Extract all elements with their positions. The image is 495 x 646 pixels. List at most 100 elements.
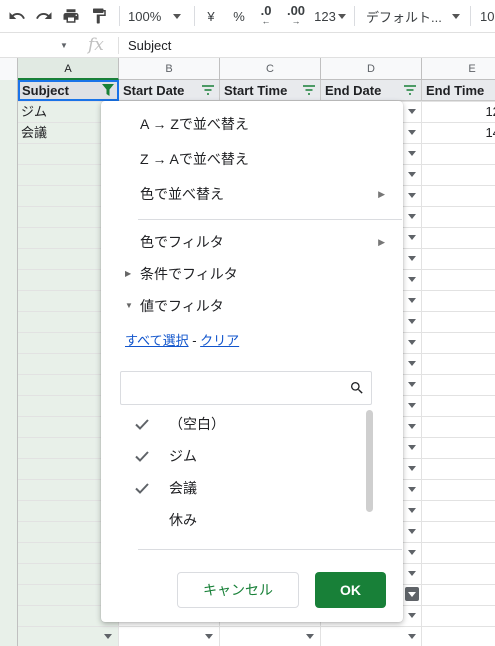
cell-dropdown-arrow-icon[interactable] bbox=[405, 356, 419, 370]
cell-dropdown-arrow-icon[interactable] bbox=[405, 146, 419, 160]
name-box-dropdown-icon[interactable]: ▼ bbox=[60, 41, 68, 50]
cell-dropdown-arrow-icon[interactable] bbox=[405, 377, 419, 391]
values-list: （空白） ジム 会議 休み bbox=[125, 408, 345, 528]
redo-icon[interactable] bbox=[33, 4, 55, 28]
cell-dropdown-arrow-icon[interactable] bbox=[405, 566, 419, 580]
filter-icon[interactable] bbox=[403, 83, 417, 97]
zoom-select[interactable]: 100% bbox=[128, 4, 188, 28]
cell-dropdown-arrow-icon[interactable] bbox=[405, 167, 419, 181]
filter-by-color-item[interactable]: 色でフィルタ ▶ bbox=[101, 227, 403, 257]
print-icon[interactable] bbox=[60, 4, 82, 28]
cell-dropdown-arrow-icon[interactable] bbox=[405, 335, 419, 349]
filter-by-condition-item[interactable]: ▶ 条件でフィルタ bbox=[101, 259, 403, 289]
submenu-arrow-icon: ▶ bbox=[378, 189, 385, 199]
toolbar-divider bbox=[194, 6, 195, 26]
column-header-c[interactable]: C bbox=[220, 58, 321, 80]
column-header-a[interactable]: A bbox=[18, 58, 119, 80]
cell-dropdown-arrow-icon[interactable] bbox=[405, 314, 419, 328]
more-formats-label: 123 bbox=[314, 8, 336, 24]
cell-dropdown-arrow-icon[interactable] bbox=[405, 503, 419, 517]
value-item-blank[interactable]: （空白） bbox=[125, 408, 345, 440]
header-label: Start Time bbox=[224, 83, 288, 98]
cell-dropdown-arrow-icon[interactable] bbox=[405, 419, 419, 433]
column-header-d[interactable]: D bbox=[321, 58, 422, 80]
font-size-select[interactable]: 10 bbox=[480, 4, 495, 28]
value-label: 会議 bbox=[169, 480, 197, 496]
select-all-corner[interactable] bbox=[0, 58, 18, 80]
header-label: End Time bbox=[426, 83, 485, 98]
cell-dropdown-arrow-icon[interactable] bbox=[405, 272, 419, 286]
currency-button[interactable]: ¥ bbox=[204, 4, 218, 28]
header-cell-end-time[interactable]: End Time bbox=[422, 80, 495, 101]
font-value: デフォルト... bbox=[366, 9, 442, 25]
menu-divider bbox=[138, 549, 402, 550]
filter-by-values-item[interactable]: ▼ 値でフィルタ bbox=[101, 291, 403, 321]
cell-e3[interactable]: 14:30 bbox=[422, 123, 495, 143]
header-label: End Date bbox=[325, 83, 382, 98]
value-item-rest[interactable]: 休み bbox=[125, 504, 345, 536]
formula-bar: ▼ fx Subject bbox=[0, 32, 495, 58]
values-scrollbar[interactable] bbox=[366, 410, 373, 512]
cell-dropdown-arrow-icon[interactable] bbox=[405, 608, 419, 622]
cell-dropdown-arrow-icon[interactable] bbox=[405, 293, 419, 307]
zoom-value: 100% bbox=[128, 8, 162, 24]
row-number-column[interactable] bbox=[0, 80, 18, 646]
cell-dropdown-arrow-icon[interactable] bbox=[303, 629, 317, 643]
increase-decimal-button[interactable]: .00 → bbox=[283, 4, 309, 28]
header-cell-subject[interactable]: Subject bbox=[18, 80, 119, 101]
sort-z-a-item[interactable]: Z → Aで並べ替え bbox=[101, 144, 403, 174]
cell-dropdown-arrow-icon[interactable] bbox=[405, 251, 419, 265]
values-search-input[interactable] bbox=[120, 371, 372, 405]
filter-icon[interactable] bbox=[201, 83, 215, 97]
filter-by-condition-label: 条件でフィルタ bbox=[140, 266, 238, 282]
cell-dropdown-arrow-icon[interactable] bbox=[405, 545, 419, 559]
filter-icon[interactable] bbox=[302, 83, 316, 97]
expand-down-icon: ▼ bbox=[125, 301, 133, 310]
cell-dropdown-arrow-icon[interactable] bbox=[101, 629, 115, 643]
header-cell-end-date[interactable]: End Date bbox=[321, 80, 422, 101]
ok-button[interactable]: OK bbox=[315, 572, 386, 608]
value-label: ジム bbox=[169, 448, 197, 464]
cell-dropdown-arrow-icon[interactable] bbox=[405, 209, 419, 223]
cancel-button[interactable]: キャンセル bbox=[177, 572, 299, 608]
value-item-meeting[interactable]: 会議 bbox=[125, 472, 345, 504]
header-cell-start-date[interactable]: Start Date bbox=[119, 80, 220, 101]
cell-dropdown-arrow-icon[interactable] bbox=[405, 104, 419, 118]
filter-dropdown-panel: A → Zで並べ替え Z → Aで並べ替え 色で並べ替え ▶ 色でフィルタ ▶ … bbox=[101, 101, 403, 622]
cell-dropdown-arrow-icon[interactable] bbox=[405, 587, 419, 601]
submenu-arrow-icon: ▶ bbox=[378, 237, 385, 247]
sort-a-z-item[interactable]: A → Zで並べ替え bbox=[101, 109, 403, 139]
cell-dropdown-arrow-icon[interactable] bbox=[405, 461, 419, 475]
cell-dropdown-arrow-icon[interactable] bbox=[202, 629, 216, 643]
filter-by-color-label: 色でフィルタ bbox=[140, 234, 224, 250]
cell-dropdown-arrow-icon[interactable] bbox=[405, 629, 419, 643]
cell-dropdown-arrow-icon[interactable] bbox=[405, 524, 419, 538]
font-select[interactable]: デフォルト... bbox=[366, 4, 460, 28]
undo-icon[interactable] bbox=[6, 4, 28, 28]
cell-dropdown-arrow-icon[interactable] bbox=[405, 482, 419, 496]
toolbar-divider bbox=[470, 6, 471, 26]
decrease-decimal-button[interactable]: .0 ← bbox=[256, 4, 276, 28]
cell-dropdown-arrow-icon[interactable] bbox=[405, 230, 419, 244]
column-header-e[interactable]: E bbox=[422, 58, 495, 80]
filter-active-icon[interactable] bbox=[101, 83, 115, 97]
cell-dropdown-arrow-icon[interactable] bbox=[405, 125, 419, 139]
increase-decimal-label: .00 bbox=[286, 3, 306, 18]
sort-by-color-item[interactable]: 色で並べ替え ▶ bbox=[101, 179, 403, 209]
column-header-b[interactable]: B bbox=[119, 58, 220, 80]
value-item-gym[interactable]: ジム bbox=[125, 440, 345, 472]
more-formats-button[interactable]: 123 bbox=[313, 4, 347, 28]
cell-e2[interactable]: 12:00 bbox=[422, 102, 495, 122]
select-links: すべて選択 - クリア bbox=[125, 330, 239, 349]
checkmark-icon bbox=[135, 440, 151, 472]
cell-dropdown-arrow-icon[interactable] bbox=[405, 440, 419, 454]
paint-format-icon[interactable] bbox=[88, 4, 110, 28]
clear-link[interactable]: クリア bbox=[200, 333, 239, 348]
formula-input[interactable]: Subject bbox=[128, 38, 171, 53]
chevron-down-icon bbox=[337, 13, 346, 19]
select-all-link[interactable]: すべて選択 bbox=[125, 333, 189, 348]
header-cell-start-time[interactable]: Start Time bbox=[220, 80, 321, 101]
percent-button[interactable]: % bbox=[231, 4, 247, 28]
cell-dropdown-arrow-icon[interactable] bbox=[405, 398, 419, 412]
cell-dropdown-arrow-icon[interactable] bbox=[405, 188, 419, 202]
